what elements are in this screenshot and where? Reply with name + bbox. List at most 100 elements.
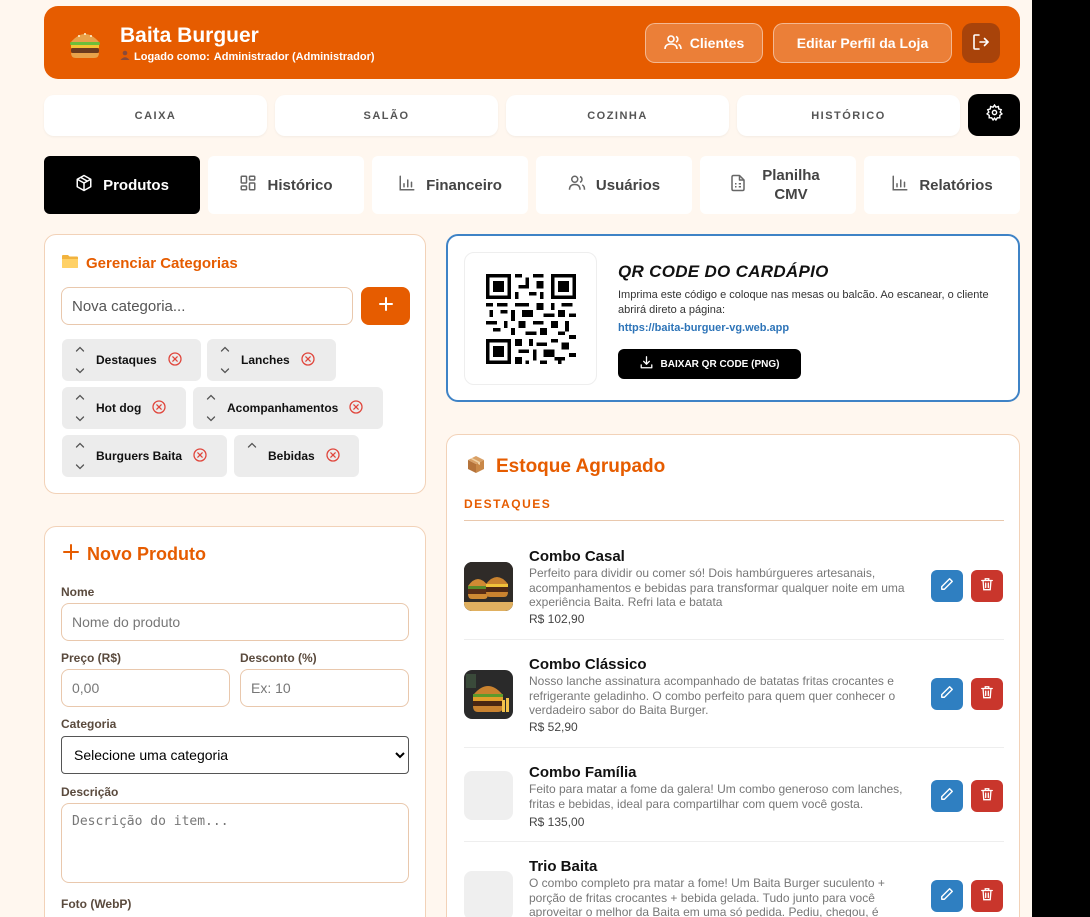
product-price: R$ 135,00	[529, 815, 585, 829]
remove-category-icon[interactable]	[193, 447, 207, 465]
category-chip[interactable]: Burguers Baita	[62, 435, 227, 477]
tab-historico-label: Histórico	[267, 176, 333, 194]
qr-description: Imprima este código e coloque nas mesas …	[618, 289, 989, 316]
nav-historico[interactable]: HISTÓRICO	[737, 95, 960, 136]
bar-chart-icon	[891, 174, 909, 197]
page: Baita Burguer Logado como: Administrador…	[0, 0, 1032, 917]
nav-caixa[interactable]: CAIXA	[44, 95, 267, 136]
category-label: Destaques	[96, 353, 157, 367]
product-image	[464, 670, 513, 719]
product-image	[464, 562, 513, 611]
remove-category-icon[interactable]	[301, 351, 315, 369]
edit-product-button[interactable]	[931, 880, 963, 912]
description-textarea[interactable]	[61, 803, 409, 883]
plus-icon	[378, 296, 394, 317]
delete-product-button[interactable]	[971, 780, 1003, 812]
reorder-arrows-icon[interactable]	[74, 387, 86, 429]
delete-product-button[interactable]	[971, 678, 1003, 710]
discount-input[interactable]	[240, 669, 409, 707]
new-product-title-text: Novo Produto	[87, 544, 206, 564]
product-description: O combo completo pra matar a fome! Um Ba…	[529, 876, 885, 917]
trash-icon	[980, 887, 994, 906]
reorder-arrows-icon[interactable]	[219, 339, 231, 381]
download-icon	[640, 356, 653, 372]
category-select[interactable]: Selecione uma categoria	[61, 736, 409, 774]
qr-title: QR CODE DO CARDÁPIO	[618, 262, 829, 281]
product-name-input[interactable]	[61, 603, 409, 641]
tab-planilha-label: Planilha CMV	[762, 167, 820, 203]
category-label: Bebidas	[268, 449, 315, 463]
edit-product-button[interactable]	[931, 678, 963, 710]
burger-logo-icon	[68, 28, 102, 60]
remove-category-icon[interactable]	[168, 351, 182, 369]
category-label: Categoria	[61, 717, 117, 731]
reorder-arrows-icon[interactable]	[74, 339, 86, 381]
tab-relatorios-label: Relatórios	[919, 176, 993, 194]
category-label: Acompanhamentos	[227, 401, 339, 415]
product-price: R$ 52,90	[529, 720, 578, 734]
spreadsheet-icon	[730, 174, 746, 197]
users-icon	[568, 174, 586, 197]
logged-user: Administrador (Administrador)	[213, 50, 375, 63]
edit-product-button[interactable]	[931, 780, 963, 812]
categories-title: Gerenciar Categorias	[62, 254, 238, 272]
categories-panel: Gerenciar Categorias Destaques Lanches	[44, 234, 426, 494]
new-product-panel: Novo Produto Nome Preço (R$) Desconto (%…	[44, 526, 426, 917]
box-icon	[75, 174, 93, 197]
settings-button[interactable]	[968, 94, 1020, 136]
product-row: Combo Casal Perfeito para dividir ou com…	[464, 548, 1004, 640]
name-label: Nome	[61, 585, 95, 599]
remove-category-icon[interactable]	[152, 399, 166, 417]
category-chip[interactable]: Hot dog	[62, 387, 186, 429]
product-price: R$ 102,90	[529, 612, 585, 626]
bar-chart-icon	[398, 174, 416, 197]
clientes-button[interactable]: Clientes	[645, 23, 763, 63]
delete-product-button[interactable]	[971, 880, 1003, 912]
edit-store-profile-label: Editar Perfil da Loja	[796, 35, 929, 51]
tab-financeiro[interactable]: Financeiro	[372, 156, 528, 214]
stock-panel: Estoque Agrupado DESTAQUES Combo Casal P…	[446, 434, 1020, 917]
logout-button[interactable]	[962, 23, 1000, 63]
tab-planilha-cmv[interactable]: Planilha CMV	[700, 156, 856, 214]
description-label: Descrição	[61, 785, 119, 799]
app-header: Baita Burguer Logado como: Administrador…	[44, 6, 1020, 79]
remove-category-icon[interactable]	[326, 447, 340, 465]
product-description: Perfeito para dividir ou comer só! Dois …	[529, 566, 905, 609]
add-category-button[interactable]	[361, 287, 410, 325]
tab-financeiro-label: Financeiro	[426, 176, 502, 194]
price-label: Preço (R$)	[61, 651, 122, 665]
category-chip[interactable]: Acompanhamentos	[193, 387, 383, 429]
tab-relatorios[interactable]: Relatórios	[864, 156, 1020, 214]
trash-icon	[980, 577, 994, 596]
package-icon	[466, 454, 486, 480]
tab-historico[interactable]: Histórico	[208, 156, 364, 214]
download-qr-label: BAIXAR QR CODE (PNG)	[660, 358, 780, 370]
edit-store-profile-button[interactable]: Editar Perfil da Loja	[773, 23, 952, 63]
users-icon	[663, 34, 682, 53]
remove-category-icon[interactable]	[349, 399, 364, 417]
category-chip[interactable]: Lanches	[207, 339, 336, 381]
nav-salao[interactable]: SALÃO	[275, 95, 498, 136]
tab-usuarios[interactable]: Usuários	[536, 156, 692, 214]
stock-title-text: Estoque Agrupado	[496, 456, 666, 477]
category-chip[interactable]: Bebidas	[234, 435, 359, 477]
nav-cozinha[interactable]: COZINHA	[506, 95, 729, 136]
tab-usuarios-label: Usuários	[595, 176, 661, 194]
reorder-arrows-icon[interactable]	[74, 435, 86, 477]
edit-product-button[interactable]	[931, 570, 963, 602]
category-chip[interactable]: Destaques	[62, 339, 201, 381]
plus-icon	[63, 544, 79, 565]
grid-icon	[239, 174, 257, 197]
menu-url-link[interactable]: https://baita-burguer-vg.web.app	[618, 322, 789, 334]
product-name: Trio Baita	[529, 858, 598, 875]
new-category-input[interactable]	[61, 287, 353, 325]
product-image-placeholder	[464, 871, 513, 917]
download-qr-button[interactable]: BAIXAR QR CODE (PNG)	[618, 349, 801, 379]
tab-produtos[interactable]: Produtos	[44, 156, 200, 214]
delete-product-button[interactable]	[971, 570, 1003, 602]
qr-code-panel: QR CODE DO CARDÁPIO Imprima este código …	[446, 234, 1020, 402]
product-image-placeholder	[464, 771, 513, 820]
price-input[interactable]	[61, 669, 230, 707]
reorder-arrows-icon[interactable]	[205, 387, 217, 429]
reorder-arrows-icon[interactable]	[246, 435, 258, 477]
